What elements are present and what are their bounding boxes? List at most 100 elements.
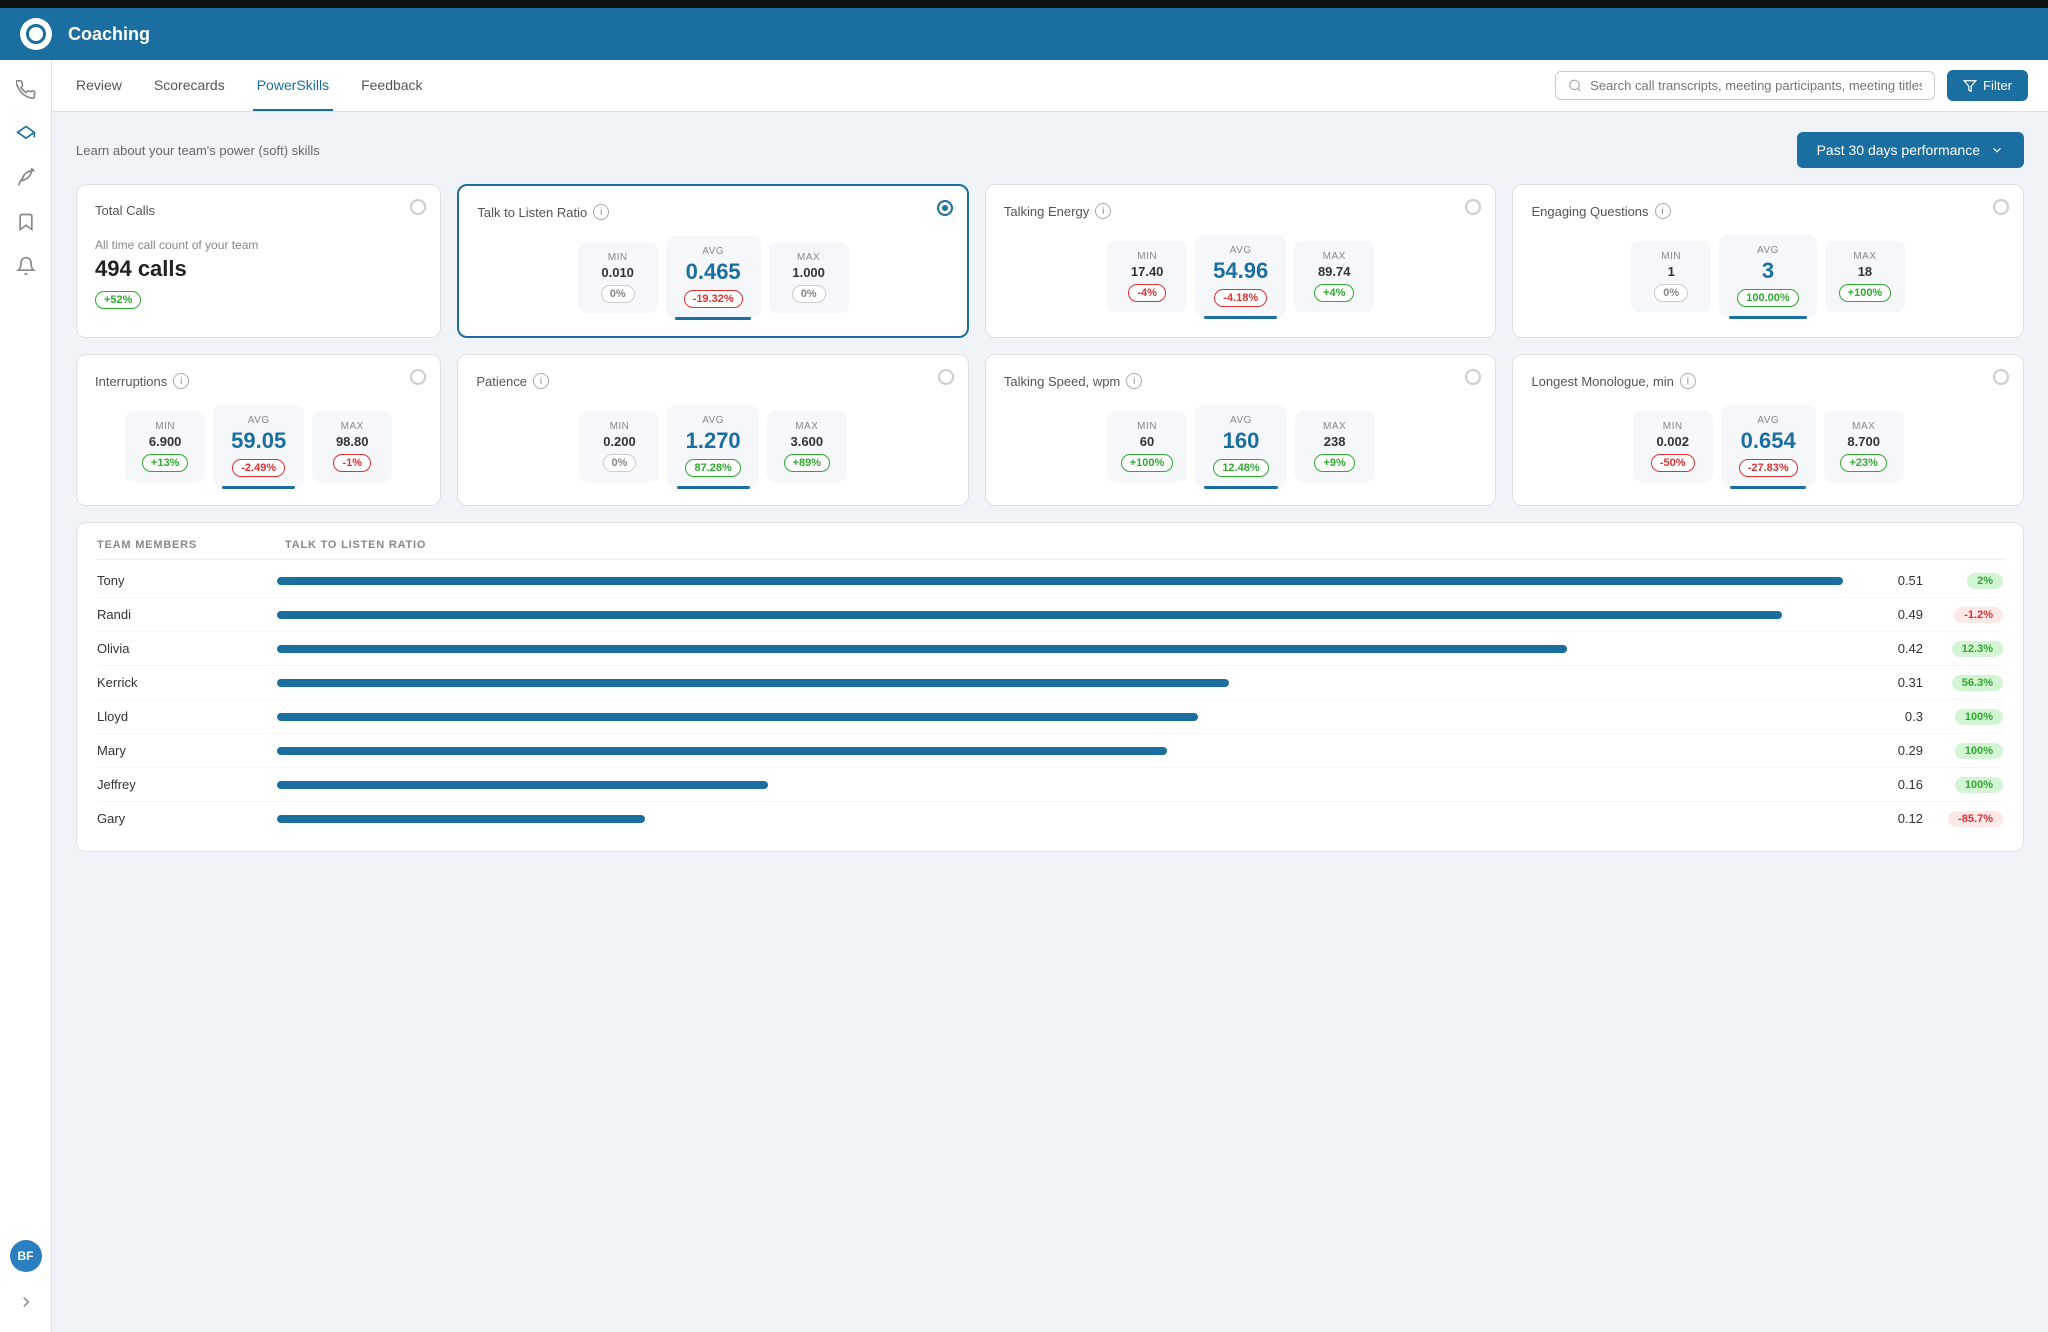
card-radio-patience[interactable] bbox=[938, 369, 954, 385]
row-bar-area bbox=[277, 779, 1843, 791]
subtitle-text: Learn about your team's power (soft) ski… bbox=[76, 143, 320, 158]
table-row[interactable]: Lloyd 0.3 100% bbox=[97, 700, 2003, 734]
metric-avg-interruptions: AVG 59.05 -2.49% bbox=[213, 405, 304, 487]
tab-review[interactable]: Review bbox=[72, 60, 126, 111]
metric-min-talking-energy: MIN 17.40 -4% bbox=[1107, 241, 1187, 312]
user-avatar[interactable]: BF bbox=[10, 1240, 42, 1272]
row-value: 0.16 bbox=[1843, 777, 1923, 792]
row-bar bbox=[277, 747, 1167, 755]
card-patience: Patience i MIN 0.200 0% AVG 1.270 bbox=[457, 354, 969, 506]
sidebar-icon-phone[interactable] bbox=[8, 72, 44, 108]
search-input[interactable] bbox=[1590, 78, 1922, 93]
row-name: Lloyd bbox=[97, 709, 277, 724]
tab-scorecards[interactable]: Scorecards bbox=[150, 60, 229, 111]
card-talking-speed: Talking Speed, wpm i MIN 60 +100% AVG 16… bbox=[985, 354, 1497, 506]
col-header-change bbox=[1923, 539, 2003, 551]
row-bar bbox=[277, 815, 645, 823]
row-change: -85.7% bbox=[1923, 810, 2003, 827]
row-change: 12.3% bbox=[1923, 640, 2003, 657]
sidebar-icon-expand[interactable] bbox=[8, 1284, 44, 1320]
card-radio-talking-speed[interactable] bbox=[1465, 369, 1481, 385]
row-change-badge: 100% bbox=[1955, 743, 2003, 759]
cards-row-2: Interruptions i MIN 6.900 +13% AVG 59.05 bbox=[76, 354, 2024, 506]
row-change-badge: 12.3% bbox=[1952, 641, 2003, 657]
info-icon-interruptions[interactable]: i bbox=[173, 373, 189, 389]
row-change: -1.2% bbox=[1923, 606, 2003, 623]
tab-feedback[interactable]: Feedback bbox=[357, 60, 426, 111]
row-value: 0.12 bbox=[1843, 811, 1923, 826]
search-box[interactable] bbox=[1555, 71, 1935, 100]
row-change-badge: 100% bbox=[1955, 709, 2003, 725]
metric-min-longest-monologue: MIN 0.002 -50% bbox=[1633, 411, 1713, 482]
table-row[interactable]: Tony 0.51 2% bbox=[97, 564, 2003, 598]
metric-avg-talk-listen: AVG 0.465 -19.32% bbox=[666, 236, 761, 318]
info-icon-patience[interactable]: i bbox=[533, 373, 549, 389]
metric-max-interruptions: MAX 98.80 -1% bbox=[312, 411, 392, 482]
row-value: 0.31 bbox=[1843, 675, 1923, 690]
row-bar-area bbox=[277, 745, 1843, 757]
tab-powerskills[interactable]: PowerSkills bbox=[253, 60, 333, 111]
content-area: Learn about your team's power (soft) ski… bbox=[52, 112, 2048, 872]
row-name: Gary bbox=[97, 811, 277, 826]
filter-button[interactable]: Filter bbox=[1947, 70, 2028, 101]
card-longest-monologue: Longest Monologue, min i MIN 0.002 -50% … bbox=[1512, 354, 2024, 506]
row-change: 100% bbox=[1923, 742, 2003, 759]
sidebar-icon-bookmark[interactable] bbox=[8, 204, 44, 240]
main-content: Review Scorecards PowerSkills Feedback F… bbox=[52, 60, 2048, 1332]
table-row[interactable]: Gary 0.12 -85.7% bbox=[97, 802, 2003, 835]
period-button[interactable]: Past 30 days performance bbox=[1797, 132, 2024, 168]
metric-max-talk-listen: MAX 1.000 0% bbox=[769, 242, 849, 313]
row-change-badge: 2% bbox=[1967, 573, 2003, 589]
sidebar-icon-coaching[interactable] bbox=[8, 116, 44, 152]
metric-max-patience: MAX 3.600 +89% bbox=[767, 411, 847, 482]
card-radio-interruptions[interactable] bbox=[410, 369, 426, 385]
sidebar: BF bbox=[0, 60, 52, 1332]
filter-icon bbox=[1963, 79, 1977, 93]
metric-min-talk-listen: MIN 0.010 0% bbox=[578, 242, 658, 313]
logo bbox=[20, 18, 52, 50]
info-icon-talking-speed[interactable]: i bbox=[1126, 373, 1142, 389]
card-title-total-calls: Total Calls bbox=[95, 203, 422, 218]
table-row[interactable]: Kerrick 0.31 56.3% bbox=[97, 666, 2003, 700]
sidebar-icon-bell[interactable] bbox=[8, 248, 44, 284]
table-row[interactable]: Randi 0.49 -1.2% bbox=[97, 598, 2003, 632]
sidebar-icon-leaf[interactable] bbox=[8, 160, 44, 196]
card-title-talking-energy: Talking Energy i bbox=[1004, 203, 1478, 219]
row-change-badge: 100% bbox=[1955, 777, 2003, 793]
card-radio-total-calls[interactable] bbox=[410, 199, 426, 215]
row-change-badge: -85.7% bbox=[1948, 811, 2003, 827]
card-radio-talk-listen[interactable] bbox=[937, 200, 953, 216]
info-icon-engaging-questions[interactable]: i bbox=[1655, 203, 1671, 219]
nav-search-area: Filter bbox=[1555, 70, 2028, 101]
row-bar-area bbox=[277, 609, 1843, 621]
row-change: 100% bbox=[1923, 708, 2003, 725]
card-talking-energy: Talking Energy i MIN 17.40 -4% AVG 54.96 bbox=[985, 184, 1497, 338]
row-bar bbox=[277, 679, 1229, 687]
team-table: TEAM MEMBERS TALK TO LISTEN RATIO Tony 0… bbox=[76, 522, 2024, 852]
table-row[interactable]: Jeffrey 0.16 100% bbox=[97, 768, 2003, 802]
table-row[interactable]: Mary 0.29 100% bbox=[97, 734, 2003, 768]
card-title-talk-listen: Talk to Listen Ratio i bbox=[477, 204, 949, 220]
card-radio-engaging-questions[interactable] bbox=[1993, 199, 2009, 215]
row-value: 0.51 bbox=[1843, 573, 1923, 588]
metric-min-patience: MIN 0.200 0% bbox=[579, 411, 659, 482]
table-row[interactable]: Olivia 0.42 12.3% bbox=[97, 632, 2003, 666]
metric-max-talking-energy: MAX 89.74 +4% bbox=[1294, 241, 1374, 312]
info-icon-talk-listen[interactable]: i bbox=[593, 204, 609, 220]
row-bar bbox=[277, 577, 1843, 585]
row-bar-area bbox=[277, 711, 1843, 723]
card-radio-longest-monologue[interactable] bbox=[1993, 369, 2009, 385]
metric-avg-talking-speed: AVG 160 12.48% bbox=[1195, 405, 1286, 487]
info-icon-talking-energy[interactable]: i bbox=[1095, 203, 1111, 219]
row-value: 0.42 bbox=[1843, 641, 1923, 656]
col-header-value bbox=[1843, 539, 1923, 551]
row-change: 2% bbox=[1923, 572, 2003, 589]
col-header-metric: TALK TO LISTEN RATIO bbox=[277, 539, 1843, 551]
card-title-interruptions: Interruptions i bbox=[95, 373, 422, 389]
info-icon-longest-monologue[interactable]: i bbox=[1680, 373, 1696, 389]
total-calls-label: All time call count of your team bbox=[95, 238, 422, 252]
row-change: 100% bbox=[1923, 776, 2003, 793]
card-radio-talking-energy[interactable] bbox=[1465, 199, 1481, 215]
metric-min-engaging-q: MIN 1 0% bbox=[1631, 241, 1711, 312]
metric-avg-longest-monologue: AVG 0.654 -27.83% bbox=[1721, 405, 1816, 487]
